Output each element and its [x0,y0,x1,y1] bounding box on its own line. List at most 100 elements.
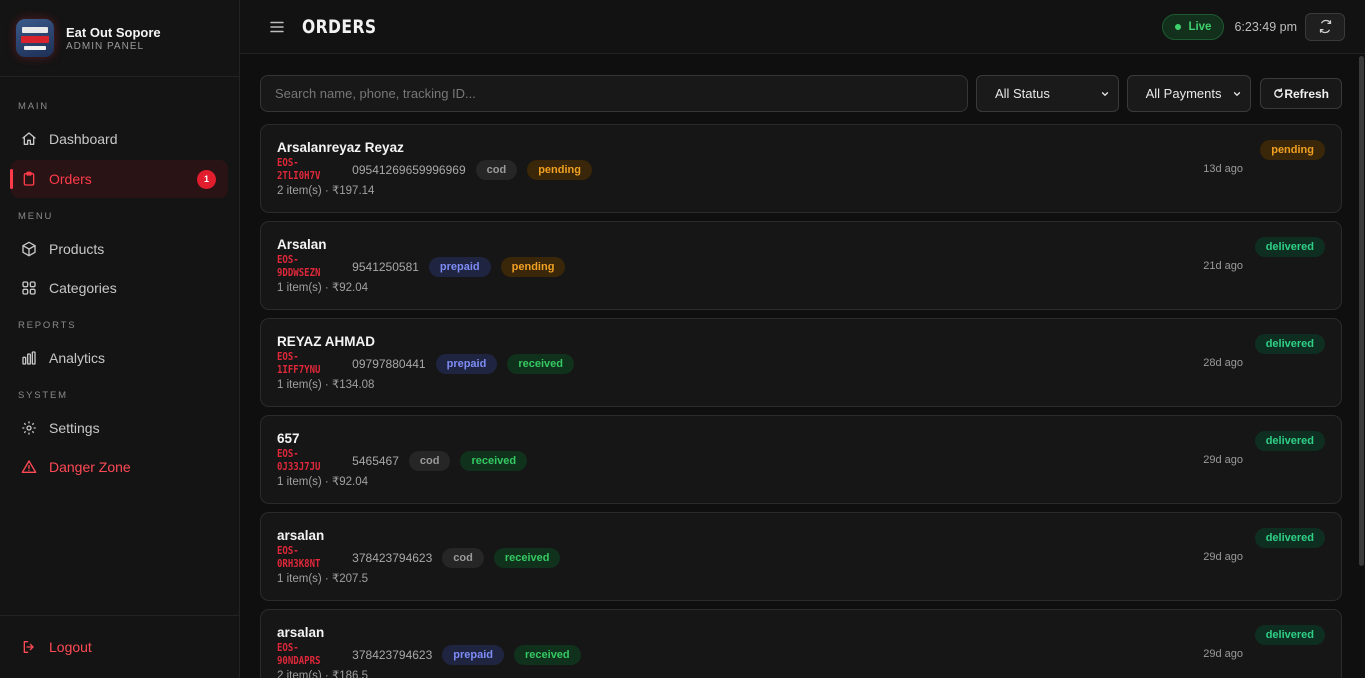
top-bar: ORDERS Live 6:23:49 pm [240,0,1365,54]
order-summary: 2 item(s) · ₹197.14 [277,185,375,197]
order-card[interactable]: arsalan EOS-0RH3K8NT 378423794623 cod re… [260,512,1342,601]
sidebar-item-products[interactable]: Products [11,230,228,268]
customer-name: REYAZ AHMAD [277,334,376,349]
sidebar-item-label: Analytics [49,350,106,366]
payment-status-badge: received [507,354,574,374]
hamburger-menu-icon[interactable] [268,18,286,36]
payment-method-badge: cod [408,451,451,471]
payment-status-badge: received [460,451,528,471]
order-status-badge[interactable]: delivered [1254,334,1325,354]
bar-chart-icon [22,351,36,365]
customer-phone: 5465467 [352,454,399,468]
sidebar-item-label: Products [49,241,105,257]
sidebar-item-label: Orders [49,171,92,187]
status-filter-select[interactable]: All Status [975,75,1119,112]
payment-method-badge: prepaid [442,645,504,665]
live-status-badge: Live [1162,13,1225,40]
customer-name: Arsalan [277,237,327,252]
sidebar-item-categories[interactable]: Categories [11,269,228,307]
payment-method-badge: prepaid [428,257,491,277]
order-summary: 1 item(s) · ₹207.5 [277,573,369,585]
brand-logo [16,19,54,57]
payment-status-badge: pending [500,257,566,277]
order-list: Arsalanreyaz Reyaz EOS-2TLI0H7V 09541269… [260,124,1342,678]
order-age: 29d ago [1203,648,1243,660]
clipboard-icon [23,171,35,186]
order-age: 28d ago [1203,357,1243,369]
section-label-menu: MENU [18,211,54,222]
customer-phone: 09797880441 [352,357,426,371]
customer-phone: 9541250581 [352,260,419,274]
main-content: ORDERS Live 6:23:49 pm All Status [240,0,1365,678]
order-card[interactable]: REYAZ AHMAD EOS-1IFF7YNU 09797880441 pre… [260,318,1342,407]
order-card[interactable]: Arsalanreyaz Reyaz EOS-2TLI0H7V 09541269… [260,124,1342,213]
tracking-id[interactable]: EOS-2TLI0H7V [277,156,330,182]
order-summary: 1 item(s) · ₹134.08 [277,379,375,391]
payment-status-badge: received [514,645,581,665]
refresh-button[interactable]: Refresh [1260,78,1342,109]
section-label-main: MAIN [18,101,49,112]
tracking-id[interactable]: EOS-9DDWSEZN [277,253,330,279]
refresh-icon [1274,88,1284,98]
order-status-badge[interactable]: pending [1260,140,1325,160]
order-age: 29d ago [1203,551,1243,563]
sidebar-item-label: Settings [49,420,100,436]
brand[interactable]: Eat Out Sopore ADMIN PANEL [0,0,239,77]
grid-icon [22,281,36,295]
sidebar: Eat Out Sopore ADMIN PANEL MAIN Dashboar… [0,0,240,678]
order-age: 29d ago [1203,454,1243,466]
home-icon [22,132,36,145]
brand-subtitle: ADMIN PANEL [66,40,145,52]
sidebar-item-dashboard[interactable]: Dashboard [11,120,228,158]
order-summary: 1 item(s) · ₹92.04 [277,282,369,294]
order-age: 21d ago [1203,260,1243,272]
order-status-badge[interactable]: delivered [1254,625,1325,645]
order-card[interactable]: arsalan EOS-90NDAPRS 378423794623 prepai… [260,609,1342,678]
clock: 6:23:49 pm [1234,19,1297,34]
payment-status-badge: received [493,548,561,568]
page-title: ORDERS [302,15,377,38]
customer-name: 657 [277,431,300,446]
customer-phone: 09541269659996969 [352,163,466,177]
scrollbar[interactable] [1359,56,1364,566]
sync-icon [1319,19,1331,34]
logout-button[interactable]: Logout [11,628,228,666]
search-input[interactable] [260,75,968,112]
tracking-id[interactable]: EOS-90NDAPRS [277,641,330,667]
sidebar-nav: MAIN Dashboard Orders 1 MENU Products Ca… [0,77,239,486]
order-status-badge[interactable]: delivered [1254,528,1325,548]
tracking-id[interactable]: EOS-0J33J7JU [277,447,330,473]
sync-button[interactable] [1305,12,1345,41]
payment-filter-select[interactable]: All Payments [1126,75,1252,112]
customer-name: arsalan [277,528,325,543]
orders-content: All Status All Payments Refresh Arsalanr… [240,54,1365,678]
order-status-badge[interactable]: delivered [1254,237,1325,257]
section-label-system: SYSTEM [18,390,68,401]
brand-name: Eat Out Sopore [66,24,161,40]
sidebar-item-analytics[interactable]: Analytics [11,339,228,377]
order-status-badge[interactable]: delivered [1254,431,1325,451]
payment-method-badge: cod [442,548,484,568]
sidebar-item-danger-zone[interactable]: Danger Zone [11,448,228,486]
chevron-down-icon [1234,91,1241,96]
payment-method-badge: cod [475,160,518,180]
logout-icon [23,641,34,653]
payment-method-badge: prepaid [435,354,498,374]
order-summary: 2 item(s) · ₹186.5 [277,670,369,678]
sidebar-item-orders[interactable]: Orders 1 [10,160,228,198]
order-summary: 1 item(s) · ₹92.04 [277,476,369,488]
orders-count-badge: 1 [197,169,216,189]
filter-bar: All Status All Payments Refresh [260,75,1342,112]
logout-label: Logout [49,639,92,655]
tracking-id[interactable]: EOS-0RH3K8NT [277,544,330,570]
tracking-id[interactable]: EOS-1IFF7YNU [277,350,330,376]
order-card[interactable]: 657 EOS-0J33J7JU 5465467 cod received 1 … [260,415,1342,504]
sidebar-item-settings[interactable]: Settings [11,409,228,447]
order-card[interactable]: Arsalan EOS-9DDWSEZN 9541250581 prepaid … [260,221,1342,310]
section-label-reports: REPORTS [18,320,77,331]
gear-icon [22,421,36,435]
sidebar-item-label: Categories [49,280,117,296]
customer-name: Arsalanreyaz Reyaz [277,140,404,155]
warning-icon [21,460,37,473]
box-icon [22,241,36,257]
